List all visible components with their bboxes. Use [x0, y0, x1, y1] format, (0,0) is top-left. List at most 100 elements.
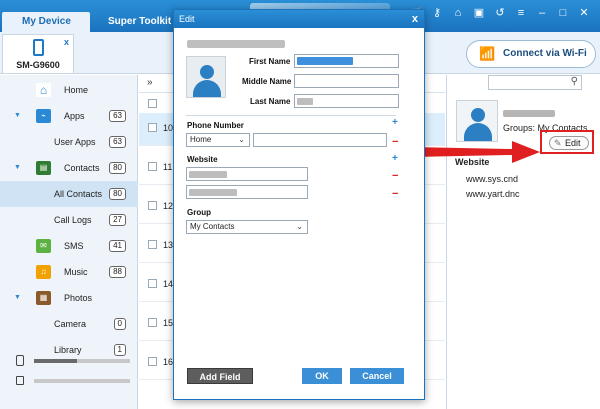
count-badge: 41: [109, 240, 126, 252]
device-card[interactable]: x SM-G9600: [2, 34, 74, 74]
sidebar-item-sms[interactable]: ✉ SMS 41: [0, 233, 138, 259]
dialog-close-icon[interactable]: x: [412, 10, 418, 28]
row-checkbox[interactable]: [148, 201, 157, 210]
sidebar-item-music[interactable]: ♫ Music 88: [0, 259, 138, 285]
website-link[interactable]: www.sys.cnd: [466, 174, 518, 184]
storage-used-bar: [34, 359, 78, 363]
collapse-panel-icon[interactable]: »: [147, 77, 153, 88]
connect-wifi-label: Connect via Wi-Fi: [503, 48, 587, 59]
add-website-icon[interactable]: +: [392, 153, 398, 164]
count-badge: 0: [113, 318, 126, 330]
group-select[interactable]: My Contacts ⌄: [186, 220, 308, 234]
row-checkbox[interactable]: [148, 162, 157, 171]
avatar-body-icon: [193, 80, 221, 97]
close-icon[interactable]: ✕: [576, 5, 592, 21]
phone-number-label: Phone Number: [187, 121, 244, 130]
window-controls: 🛒 ⚷ ⌂ ▣ ↺ ≡ – □ ✕: [408, 5, 592, 21]
remove-phone-icon[interactable]: −: [392, 137, 398, 148]
last-name-field[interactable]: [294, 94, 399, 108]
middle-name-field[interactable]: [294, 74, 399, 88]
phone-storage: [16, 355, 134, 367]
photos-icon: ▦: [36, 291, 51, 305]
remove-website-icon[interactable]: −: [392, 189, 398, 200]
gift-icon[interactable]: ▣: [471, 5, 487, 21]
annotation-arrow-icon: [412, 141, 540, 163]
avatar-head-icon: [471, 108, 485, 122]
phone-type-select[interactable]: Home ⌄: [186, 133, 250, 147]
sidebar-item-home[interactable]: ⌂ Home: [0, 77, 138, 103]
connect-wifi-button[interactable]: 📶 Connect via Wi-Fi: [466, 40, 596, 68]
menu-icon[interactable]: ≡: [513, 5, 529, 21]
last-name-label: Last Name: [250, 97, 291, 106]
row-checkbox[interactable]: [148, 123, 157, 132]
device-close-icon[interactable]: x: [64, 37, 69, 47]
cancel-button[interactable]: Cancel: [350, 368, 404, 384]
add-field-button[interactable]: Add Field: [187, 368, 253, 384]
group-label: Group: [187, 208, 211, 217]
sidebar-item-call-logs[interactable]: Call Logs 27: [0, 207, 138, 233]
phone-number-field[interactable]: [253, 133, 387, 147]
row-checkbox[interactable]: [148, 357, 157, 366]
contact-photo[interactable]: [186, 56, 226, 98]
edit-button-label: Edit: [565, 138, 581, 148]
website-field[interactable]: [186, 185, 308, 199]
contact-avatar: [456, 100, 498, 142]
sidebar-item-all-contacts[interactable]: All Contacts 80: [0, 181, 138, 207]
sd-storage: [16, 375, 134, 387]
row-checkbox[interactable]: [148, 279, 157, 288]
phone-storage-icon: [16, 355, 24, 366]
chevron-down-icon: ⌄: [296, 222, 303, 231]
count-badge: 80: [109, 162, 126, 174]
sidebar-item-apps[interactable]: ▼ ⌁ Apps 63: [0, 103, 138, 129]
first-name-field[interactable]: [294, 54, 399, 68]
home-icon[interactable]: ⌂: [450, 5, 466, 21]
count-badge: 63: [109, 136, 126, 148]
search-input[interactable]: ⚲: [488, 75, 582, 90]
row-checkbox[interactable]: [148, 240, 157, 249]
sidebar-item-user-apps[interactable]: User Apps 63: [0, 129, 138, 155]
contact-name-redacted: [503, 110, 555, 117]
middle-name-label: Middle Name: [242, 77, 292, 86]
website-link[interactable]: www.yart.dnc: [466, 189, 520, 199]
ok-button[interactable]: OK: [302, 368, 342, 384]
count-badge: 80: [109, 188, 126, 200]
edit-button[interactable]: ✎ Edit: [549, 136, 589, 150]
wifi-icon: 📶: [479, 46, 496, 61]
remove-website-icon[interactable]: −: [392, 171, 398, 182]
avatar-head-icon: [200, 65, 214, 79]
key-icon[interactable]: ⚷: [429, 5, 445, 21]
sidebar-item-photos[interactable]: ▼ ▦ Photos: [0, 285, 138, 311]
website-label: Website: [187, 155, 218, 164]
edit-contact-dialog: Edit x First Name Middle Name Last Name …: [173, 9, 425, 400]
chevron-down-icon: ⌄: [238, 135, 245, 144]
dialog-title-bar: Edit x: [174, 10, 424, 28]
expand-caret-icon[interactable]: ▼: [14, 155, 21, 181]
device-name: SM-G9600: [16, 60, 60, 70]
tab-super-toolkit[interactable]: Super Toolkit: [96, 12, 176, 32]
select-all-checkbox[interactable]: [148, 99, 157, 108]
count-badge: 27: [109, 214, 126, 226]
expand-caret-icon[interactable]: ▼: [14, 103, 21, 129]
sd-card-icon: [16, 376, 24, 385]
tab-my-device[interactable]: My Device: [2, 12, 90, 32]
contact-name-redacted: [187, 40, 285, 48]
apps-icon: ⌁: [36, 109, 51, 123]
expand-caret-icon[interactable]: ▼: [14, 285, 21, 311]
row-checkbox[interactable]: [148, 318, 157, 327]
restore-icon[interactable]: ↺: [492, 5, 508, 21]
count-badge: 88: [109, 266, 126, 278]
first-name-label: First Name: [249, 57, 291, 66]
home-icon: ⌂: [36, 83, 51, 97]
maximize-icon[interactable]: □: [555, 5, 571, 21]
sidebar-item-camera[interactable]: Camera 0: [0, 311, 138, 337]
pencil-icon: ✎: [554, 138, 562, 148]
phone-icon: [33, 39, 44, 56]
website-field[interactable]: [186, 167, 308, 181]
sidebar-item-contacts[interactable]: ▼ ▤ Contacts 80: [0, 155, 138, 181]
sms-icon: ✉: [36, 239, 51, 253]
minimize-icon[interactable]: –: [534, 5, 550, 21]
search-icon[interactable]: ⚲: [571, 76, 578, 87]
sidebar: ⌂ Home ▼ ⌁ Apps 63 User Apps 63 ▼ ▤ Cont…: [0, 75, 138, 409]
add-phone-icon[interactable]: +: [392, 117, 398, 128]
avatar-body-icon: [464, 123, 492, 141]
